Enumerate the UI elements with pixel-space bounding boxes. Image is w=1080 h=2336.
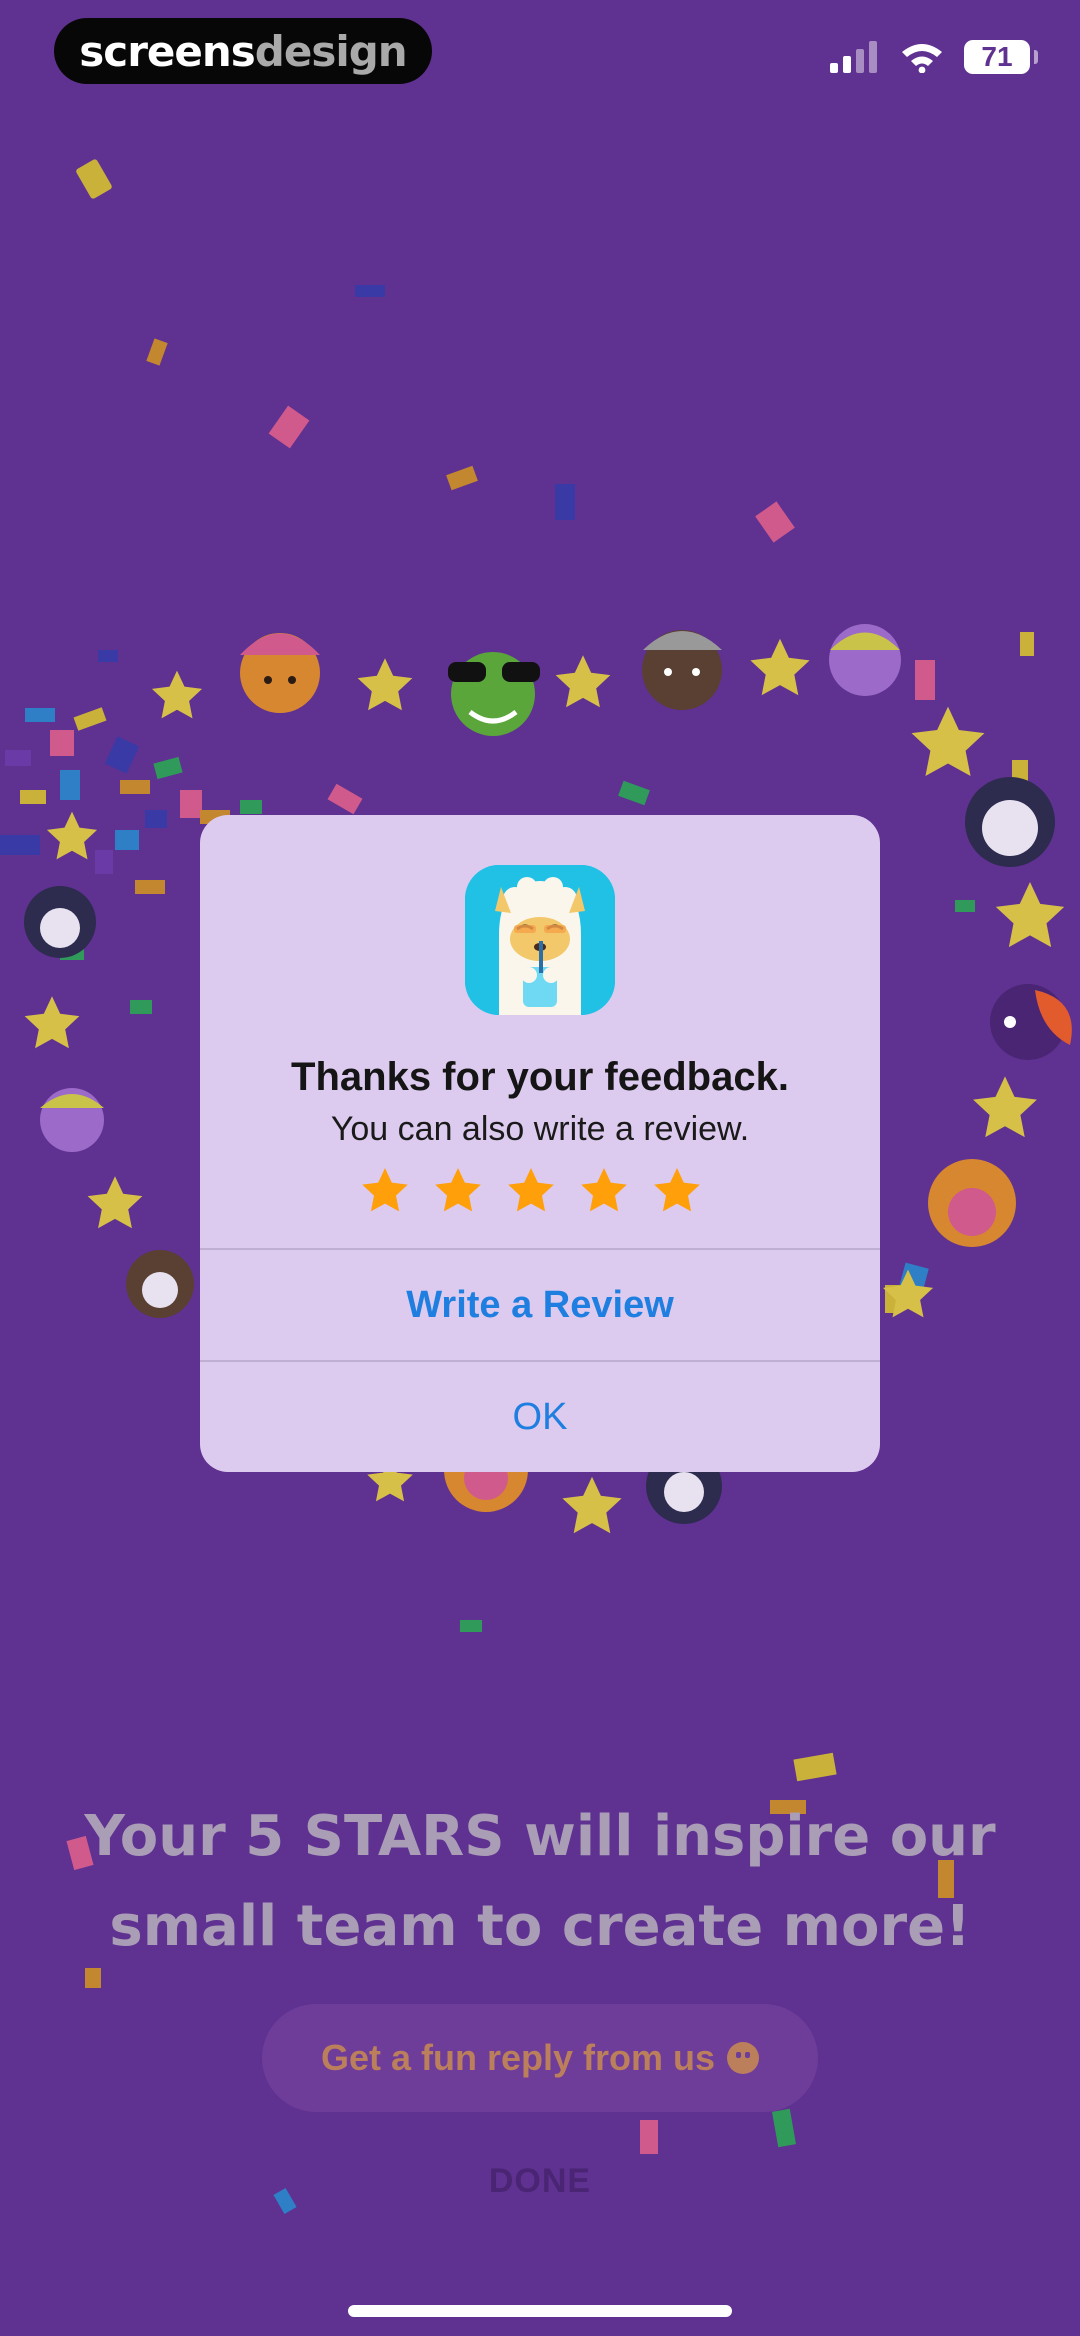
fun-reply-label: Get a fun reply from us [320, 2037, 716, 2078]
ok-button[interactable]: OK [200, 1362, 880, 1472]
home-indicator[interactable] [348, 2305, 732, 2317]
review-dialog: Thanks for your feedback. You can also w… [200, 815, 880, 1472]
brand-text-part1: screens [79, 26, 255, 76]
star-icon-4[interactable] [579, 1167, 629, 1217]
dialog-title: Thanks for your feedback. [291, 1055, 789, 1099]
wifi-icon [902, 44, 942, 73]
status-bar-icons: 71 [830, 40, 1038, 74]
headline-line-1: Your 5 STARS will inspire our [84, 1804, 996, 1869]
alpaca-app-icon [465, 865, 615, 1015]
brand-text-part2: design [254, 26, 408, 76]
battery-icon: 71 [964, 40, 1038, 74]
review-prompt-screen: screens design 71 Your 5 STARS will inspi… [0, 0, 1080, 2336]
battery-level: 71 [981, 41, 1013, 72]
screensdesign-watermark: screens design [54, 18, 432, 84]
smiley-icon [727, 2042, 760, 2074]
cellular-signal-icon [830, 41, 877, 73]
write-review-button[interactable]: Write a Review [200, 1250, 880, 1360]
star-rating[interactable] [360, 1167, 702, 1217]
star-icon-3[interactable] [506, 1167, 556, 1217]
dialog-subtitle: You can also write a review. [330, 1110, 750, 1148]
star-icon-2[interactable] [433, 1167, 483, 1217]
headline-line-2: small team to create more! [109, 1894, 971, 1959]
done-button[interactable]: DONE [0, 2162, 1080, 2201]
fun-reply-button[interactable]: Get a fun reply from us [262, 2004, 818, 2112]
star-icon-5[interactable] [652, 1167, 702, 1217]
star-icon-1[interactable] [360, 1167, 410, 1217]
inspire-headline: Your 5 STARS will inspire our small team… [40, 1792, 1040, 1972]
